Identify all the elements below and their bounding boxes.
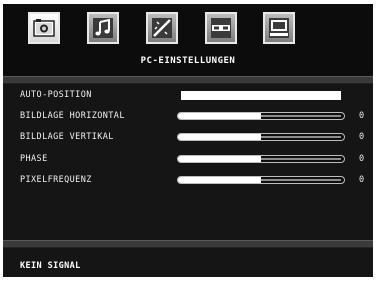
auto-position-highlight[interactable] [181, 91, 341, 100]
slider-track [261, 179, 341, 181]
slider-fill [178, 134, 261, 140]
tab-feature[interactable] [146, 12, 178, 44]
tab-install[interactable] [205, 12, 237, 44]
slider-track [261, 136, 341, 138]
pixelfrequenz-label[interactable]: PIXELFREQUENZ [20, 175, 92, 185]
install-icon [211, 18, 231, 38]
pixelfrequenz-slider[interactable] [177, 176, 345, 184]
pc-icon [269, 18, 289, 38]
bildlage-vertikal-value: 0 [359, 132, 365, 142]
slider-fill [178, 113, 261, 119]
tab-sound[interactable] [87, 12, 119, 44]
osd-menu-frame: PC-EINSTELLUNGEN AUTO-POSITION BILDLAGE … [3, 4, 373, 277]
slider-fill [178, 156, 261, 162]
menu-title: PC-EINSTELLUNGEN [140, 56, 236, 66]
phase-value: 0 [359, 154, 365, 164]
phase-label[interactable]: PHASE [20, 154, 48, 164]
pixelfrequenz-value: 0 [359, 175, 365, 185]
bildlage-vertikal-label[interactable]: BILDLAGE VERTIKAL [20, 132, 114, 142]
feature-icon [152, 18, 172, 38]
slider-track [261, 115, 341, 117]
slider-track [261, 158, 341, 160]
header-divider [3, 76, 373, 84]
bildlage-horizontal-slider[interactable] [177, 112, 345, 120]
picture-icon [33, 19, 55, 37]
tab-picture[interactable] [28, 12, 60, 44]
footer-divider [3, 240, 373, 248]
tab-pc[interactable] [263, 12, 295, 44]
sound-icon [93, 18, 113, 38]
bildlage-horizontal-label[interactable]: BILDLAGE HORIZONTAL [20, 111, 125, 121]
bildlage-horizontal-value: 0 [359, 111, 365, 121]
status-text: KEIN SIGNAL [20, 261, 81, 271]
phase-slider[interactable] [177, 155, 345, 163]
tab-bar: PC-EINSTELLUNGEN [3, 4, 373, 76]
auto-position-label[interactable]: AUTO-POSITION [20, 90, 92, 100]
bildlage-vertikal-slider[interactable] [177, 133, 345, 141]
slider-fill [178, 177, 261, 183]
